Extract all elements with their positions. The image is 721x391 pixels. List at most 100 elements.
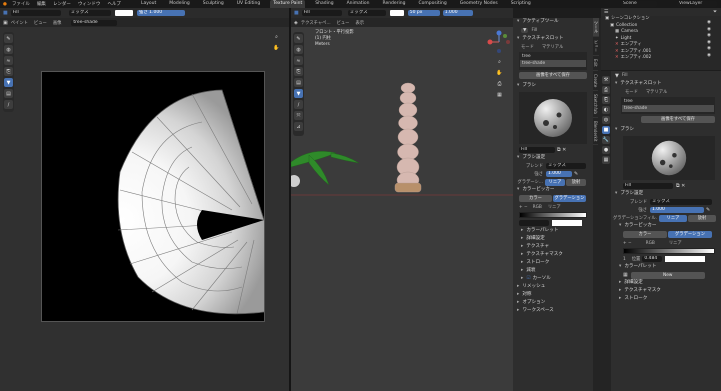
world-props-tab-icon[interactable]: ◍ bbox=[602, 116, 610, 124]
outliner-filter-icon[interactable]: ⏷ bbox=[713, 9, 717, 15]
navigation-gizmo[interactable] bbox=[487, 30, 511, 54]
falloff-section[interactable]: ▸ 減衰 bbox=[513, 267, 593, 275]
props-texture-slots-header[interactable]: ▾ テクスチャスロット bbox=[611, 80, 721, 88]
workspace-tab-modeling[interactable]: Modeling bbox=[166, 0, 192, 8]
props-texture-mask-section[interactable]: ▸ テクスチャマスク bbox=[611, 287, 721, 295]
viewport-brush-selector[interactable]: Fill bbox=[301, 10, 342, 16]
viewport-radius-field[interactable]: 50 px bbox=[407, 10, 440, 16]
workspace-section[interactable]: ▸ ワークスペース bbox=[513, 307, 593, 315]
eye-icon[interactable]: ◉ bbox=[707, 33, 711, 40]
brush-icon[interactable]: ■ bbox=[3, 10, 8, 16]
gradient-stop-pos[interactable] bbox=[519, 220, 549, 226]
brush-preview[interactable] bbox=[519, 92, 587, 144]
stroke-section[interactable]: ▸ ストローク bbox=[513, 259, 593, 267]
vtab-tool[interactable]: ツール bbox=[593, 18, 599, 37]
modifier-props-tab-icon[interactable]: 🔧 bbox=[602, 136, 610, 144]
gradient-stop-color[interactable] bbox=[552, 220, 582, 226]
props-gradient-ramp[interactable] bbox=[623, 248, 715, 254]
vtab-edit[interactable]: Edit bbox=[593, 56, 598, 71]
color-tab[interactable]: カラー bbox=[519, 195, 552, 202]
draw-tool-icon[interactable]: ✎ bbox=[4, 34, 13, 43]
props-color-picker-header[interactable]: ▾ カラーピッカー bbox=[611, 222, 721, 230]
props-pressure-icon[interactable]: ✎ bbox=[706, 207, 710, 213]
gradient-radial-button[interactable]: 放射 bbox=[566, 178, 586, 186]
viewport-editor-type-icon[interactable]: ◈ bbox=[294, 20, 298, 26]
image-color-swatch[interactable] bbox=[114, 10, 133, 16]
mask-tool-icon[interactable]: ▤ bbox=[4, 89, 13, 98]
vtab-blenderkit[interactable]: Blenderkit bbox=[593, 118, 598, 146]
image-brush-selector[interactable]: Fill bbox=[10, 10, 61, 16]
props-stroke-section[interactable]: ▸ ストローク bbox=[611, 295, 721, 303]
fill-tool-icon[interactable]: ▼ bbox=[4, 78, 13, 87]
texture-slots-header[interactable]: ▾ テクスチャスロット bbox=[513, 35, 593, 43]
remesh-section[interactable]: ▸ リメッシュ bbox=[513, 283, 593, 291]
image-mode-selector[interactable]: ペイント bbox=[11, 20, 28, 26]
brush-name-field[interactable]: Fill bbox=[519, 147, 555, 153]
viewport-menu-display[interactable]: 表示 bbox=[355, 20, 364, 26]
props-stop-color[interactable] bbox=[665, 256, 706, 262]
props-brush-preview[interactable] bbox=[623, 136, 715, 180]
vp-zoom-icon[interactable]: ⌕ bbox=[495, 57, 504, 66]
eye-icon[interactable]: ◉ bbox=[707, 46, 711, 53]
advanced-section[interactable]: ▸ 詳細設定 bbox=[513, 235, 593, 243]
props-brush-settings-header[interactable]: ▾ ブラシ設定 bbox=[611, 190, 721, 198]
object-props-tab-icon[interactable]: ■ bbox=[602, 126, 610, 134]
props-brush-actions-icon[interactable]: ⧉ ✕ bbox=[676, 183, 685, 189]
vtab-sketchfab[interactable]: Sketchfab bbox=[593, 91, 598, 118]
viewport-menu-view[interactable]: ビュー bbox=[337, 20, 350, 26]
annotate-tool-icon[interactable]: ∕ bbox=[4, 100, 13, 109]
props-palette-header[interactable]: ▾ カラーパレット bbox=[611, 263, 721, 271]
props-texture-slot-item[interactable]: tree bbox=[622, 98, 714, 105]
add-stop-icon[interactable]: + − bbox=[519, 205, 528, 210]
scene-props-tab-icon[interactable]: ◐ bbox=[602, 106, 610, 114]
options-section[interactable]: ▸ オプション bbox=[513, 299, 593, 307]
pressure-icon[interactable]: ✎ bbox=[574, 171, 578, 177]
eye-icon[interactable]: ◉ bbox=[707, 53, 711, 60]
workspace-tab-shading[interactable]: Shading bbox=[312, 0, 336, 8]
vp-camera-icon[interactable]: ⎙ bbox=[495, 79, 504, 88]
workspace-tab-animation[interactable]: Animation bbox=[344, 0, 373, 8]
tool-props-tab-icon[interactable]: ⚒ bbox=[602, 76, 610, 84]
zoom-icon[interactable]: ⌕ bbox=[272, 32, 281, 41]
workspace-tab-scripting[interactable]: Scripting bbox=[508, 0, 534, 8]
menu-render[interactable]: レンダー bbox=[53, 1, 71, 7]
outliner-type-icon[interactable]: ☰ bbox=[604, 9, 608, 15]
texture-props-tab-icon[interactable]: ▦ bbox=[602, 156, 610, 164]
clone-tool-icon[interactable]: ⎘ bbox=[4, 67, 13, 76]
scene-selector[interactable]: Scene bbox=[621, 1, 657, 7]
props-color-mode-selector[interactable]: RGB bbox=[646, 241, 655, 246]
props-palette-icon[interactable]: ▦ bbox=[623, 272, 628, 278]
texture-slot-item-active[interactable]: tree-shade bbox=[520, 60, 586, 67]
menu-window[interactable]: ウィンドウ bbox=[78, 1, 101, 7]
gradient-tab[interactable]: グラデーション bbox=[553, 195, 586, 202]
image-strength-field[interactable]: 強さ 1.000 bbox=[136, 10, 185, 16]
brush-actions-icon[interactable]: ⧉ ✕ bbox=[557, 147, 566, 153]
vp-grid-icon[interactable]: ▦ bbox=[495, 90, 504, 99]
vtab-create[interactable]: Create bbox=[593, 71, 598, 92]
props-gradient-radial-button[interactable]: 放射 bbox=[688, 214, 716, 222]
image-menu-image[interactable]: 画像 bbox=[53, 20, 62, 26]
view-layer-selector[interactable]: ViewLayer bbox=[677, 1, 717, 7]
material-props-tab-icon[interactable]: ● bbox=[602, 146, 610, 154]
vp-hand-icon[interactable]: ✋ bbox=[495, 68, 504, 77]
texture-section[interactable]: ▸ テクスチャ bbox=[513, 243, 593, 251]
props-brushes-header[interactable]: ▾ ブラシ bbox=[611, 126, 721, 134]
props-slot-mode-value[interactable]: マテリアル bbox=[646, 89, 667, 95]
props-gradient-linear-button[interactable]: リニア bbox=[659, 214, 687, 222]
color-picker-header[interactable]: ▾ カラーピッカー bbox=[513, 186, 593, 194]
active-tool-header[interactable]: ▾ アクティブツール bbox=[513, 18, 593, 26]
props-strength-field[interactable]: 1.000 bbox=[650, 207, 704, 213]
props-advanced-section[interactable]: ▸ 詳細設定 bbox=[611, 279, 721, 287]
props-brush-name-field[interactable]: Fill bbox=[623, 183, 673, 189]
workspace-tab-uv-editing[interactable]: UV Editing bbox=[234, 0, 263, 8]
outliner-row-empty-002[interactable]: ✕ エンプティ.002 bbox=[601, 55, 721, 62]
output-props-tab-icon[interactable]: ⎗ bbox=[602, 96, 610, 104]
viewport-color-swatch[interactable] bbox=[389, 10, 404, 16]
palette-section[interactable]: ▸ カラーパレット bbox=[513, 227, 593, 235]
props-pos-value[interactable]: 0.484 bbox=[642, 256, 663, 262]
props-new-palette-button[interactable]: New bbox=[630, 271, 705, 279]
props-add-stop-icon[interactable]: + − bbox=[623, 241, 632, 246]
editor-type-icon[interactable]: ▣ bbox=[3, 20, 8, 26]
interp-selector[interactable]: リニア bbox=[548, 204, 561, 210]
props-blend-selector[interactable]: ミックス bbox=[650, 199, 712, 205]
